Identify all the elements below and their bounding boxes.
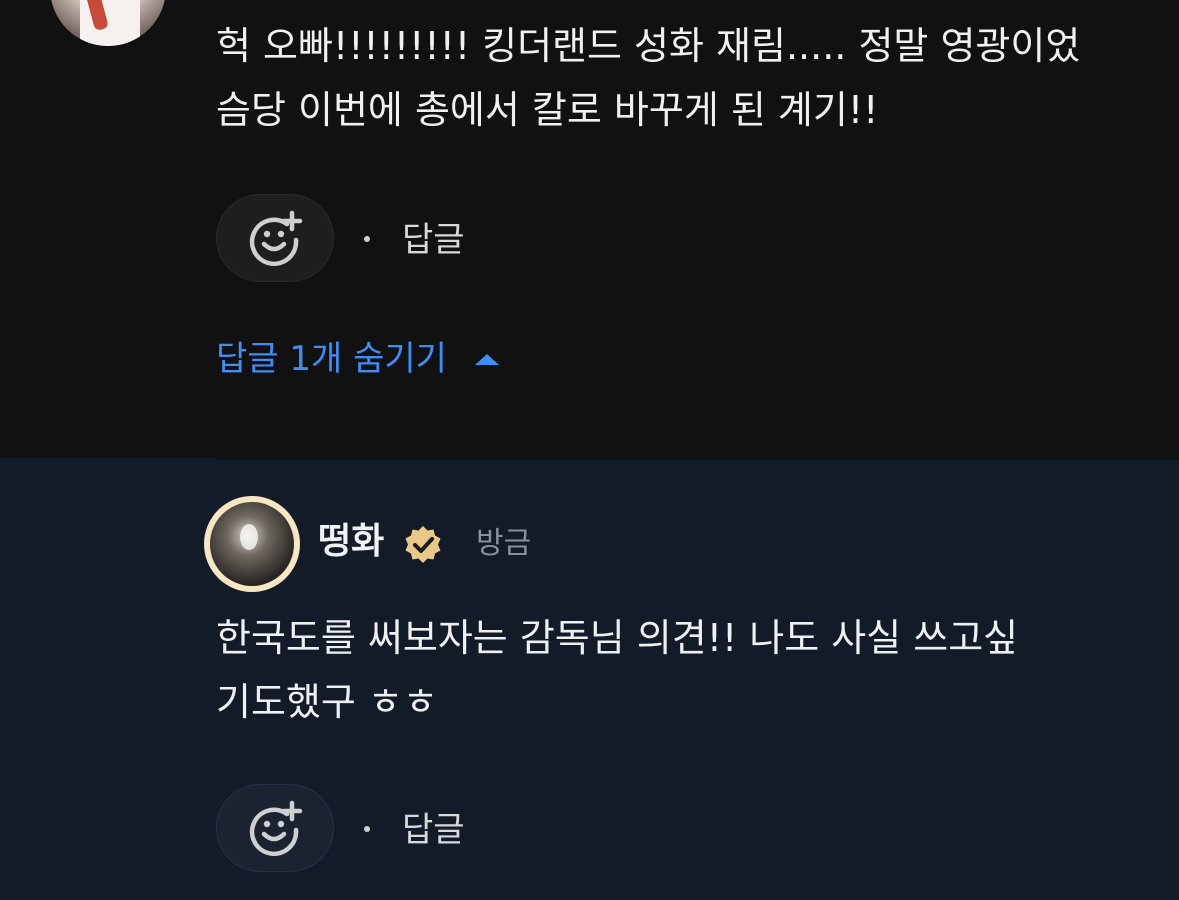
verified-badge-icon (405, 526, 441, 563)
add-reaction-button[interactable] (216, 194, 334, 282)
comment-line: 한국도를 써보자는 감독님 의견!! 나도 사실 쓰고싶 (216, 616, 1019, 660)
add-reaction-button[interactable] (216, 784, 334, 872)
add-reaction-icon (249, 800, 303, 856)
reply-button[interactable]: 답글 (402, 810, 465, 850)
hide-replies-label: 답글 1개 숨기기 (216, 339, 447, 379)
comment-body: 헉 오빠!!!!!!!!! 킹더랜드 성화 재림..... 정말 영광이었 슴당… (216, 14, 1136, 142)
separator-dot (364, 236, 370, 242)
comment-line: 슴당 이번에 총에서 칼로 바꾸게 된 계기!! (216, 88, 879, 132)
avatar[interactable] (50, 0, 166, 46)
avatar-highlight (240, 524, 258, 550)
hide-replies-toggle[interactable]: 답글 1개 숨기기 (216, 334, 499, 384)
parent-comment: 헉 오빠!!!!!!!!! 킹더랜드 성화 재림..... 정말 영광이었 슴당… (0, 0, 1179, 458)
reply-button[interactable]: 답글 (402, 220, 465, 260)
avatar-photo (210, 502, 294, 586)
divider (216, 458, 1179, 460)
comment-line: 기도했구 ㅎㅎ (216, 680, 438, 724)
timestamp: 방금 (476, 526, 532, 561)
avatar[interactable] (204, 496, 300, 592)
caret-up-icon (474, 353, 499, 365)
comment-body: 한국도를 써보자는 감독님 의견!! 나도 사실 쓰고싶 기도했구 ㅎㅎ (216, 606, 1136, 734)
separator-dot (364, 826, 370, 832)
add-reaction-icon (249, 210, 303, 266)
comment-line: 헉 오빠!!!!!!!!! 킹더랜드 성화 재림..... 정말 영광이었 (216, 24, 1081, 68)
username[interactable]: 떵화 (318, 520, 384, 564)
